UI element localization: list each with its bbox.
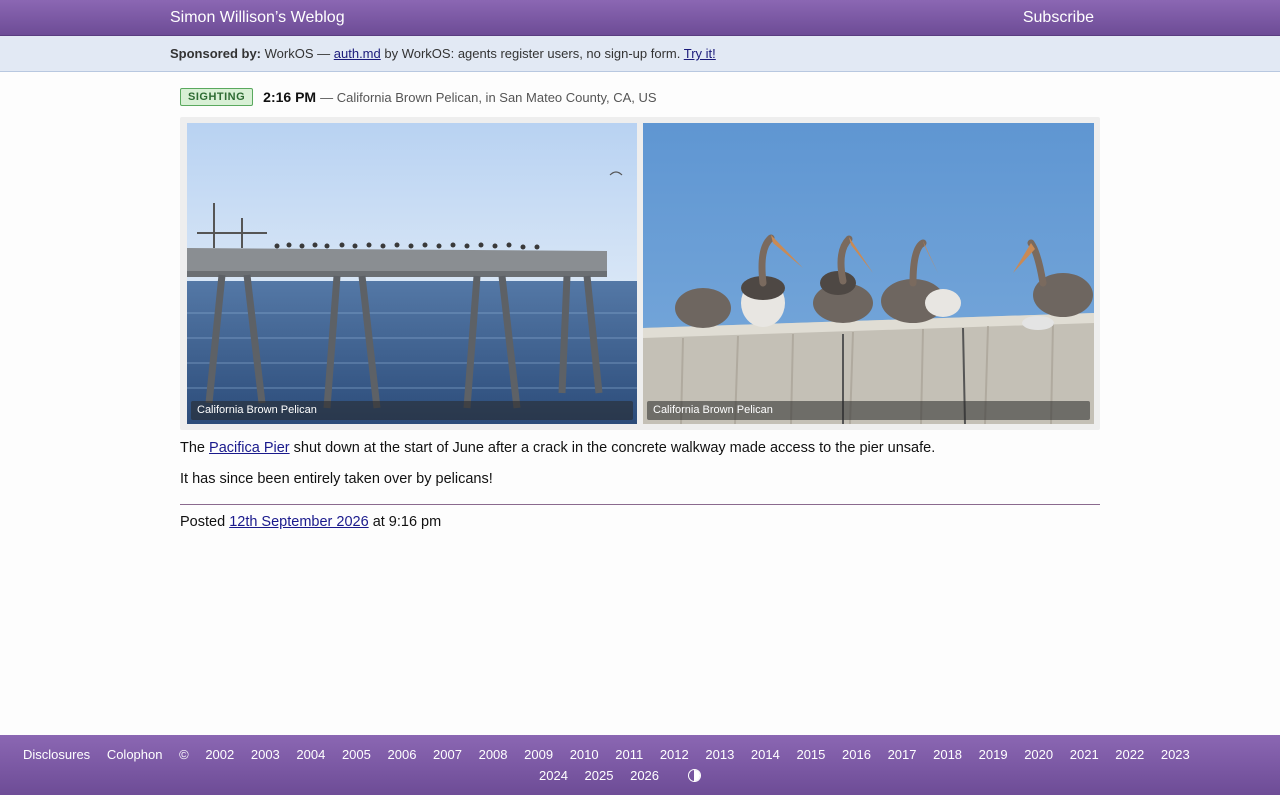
sponsor-cta-link[interactable]: Try it! bbox=[684, 46, 716, 61]
footer-links-row-1: Disclosures Colophon © 2002 2003 2004 20… bbox=[23, 747, 1203, 762]
footer-links-row-2: 2024 2025 2026 bbox=[539, 767, 714, 783]
sponsor-description: by WorkOS: agents register users, no sig… bbox=[384, 46, 681, 61]
footer-year-link[interactable]: 2009 bbox=[524, 747, 553, 762]
footer-year-link[interactable]: 2023 bbox=[1161, 747, 1190, 762]
site-header: Simon Willison’s Weblog Subscribe bbox=[0, 0, 1280, 36]
subscribe-link[interactable]: Subscribe bbox=[1023, 9, 1094, 27]
sighting-detail: — California Brown Pelican, in San Mateo… bbox=[320, 89, 657, 105]
footer-year-link[interactable]: 2008 bbox=[479, 747, 508, 762]
para1-before: The bbox=[180, 440, 205, 456]
sponsor-auth-link[interactable]: auth.md bbox=[334, 46, 381, 61]
sighting-time: 2:16 PM bbox=[263, 89, 317, 105]
footer-year-link[interactable]: 2004 bbox=[296, 747, 325, 762]
photo-pelicans[interactable]: California Brown Pelican bbox=[643, 123, 1094, 424]
footer-year-link[interactable]: 2026 bbox=[630, 768, 659, 783]
footer-year-link[interactable]: 2016 bbox=[842, 747, 871, 762]
footer-year-link[interactable]: 2024 bbox=[539, 768, 568, 783]
sponsor-text: Sponsored by: WorkOS — auth.md by WorkOS… bbox=[170, 36, 716, 71]
footer-year-link[interactable]: 2015 bbox=[796, 747, 825, 762]
footer-year-link[interactable]: 2005 bbox=[342, 747, 371, 762]
contrast-toggle-icon[interactable] bbox=[687, 769, 701, 782]
entry-paragraph-2: It has since been entirely taken over by… bbox=[180, 471, 493, 487]
para1-after: shut down at the start of June after a c… bbox=[293, 440, 936, 456]
pacifica-pier-link[interactable]: Pacifica Pier bbox=[209, 440, 290, 456]
entry: SIGHTING 2:16 PM — California Brown Peli… bbox=[180, 85, 1100, 530]
entry-divider bbox=[180, 504, 1100, 505]
entry-paragraph-1: The Pacifica Pier shut down at the start… bbox=[180, 440, 935, 456]
footer-year-link[interactable]: 2025 bbox=[585, 768, 614, 783]
sponsor-prefix: WorkOS — bbox=[264, 46, 331, 61]
footer-year-link[interactable]: 2010 bbox=[570, 747, 599, 762]
footer-year-link[interactable]: 2006 bbox=[388, 747, 417, 762]
footer-year-link[interactable]: 2012 bbox=[660, 747, 689, 762]
sponsor-banner: Sponsored by: WorkOS — auth.md by WorkOS… bbox=[0, 36, 1280, 72]
site-title-link[interactable]: Simon Willison’s Weblog bbox=[170, 9, 345, 27]
footer-link-copyright[interactable]: © bbox=[179, 747, 189, 762]
photo-caption: California Brown Pelican bbox=[647, 401, 1090, 420]
posted-suffix: at 9:16 pm bbox=[372, 514, 442, 530]
footer-year-link[interactable]: 2007 bbox=[433, 747, 462, 762]
footer-link-colophon[interactable]: Colophon bbox=[107, 747, 163, 762]
pelicans-photo-image bbox=[643, 123, 1094, 424]
photo-caption: California Brown Pelican bbox=[191, 401, 633, 420]
footer-year-link[interactable]: 2022 bbox=[1115, 747, 1144, 762]
sponsor-label: Sponsored by: bbox=[170, 46, 262, 61]
sighting-badge: SIGHTING bbox=[180, 88, 254, 106]
footer-year-link[interactable]: 2003 bbox=[251, 747, 280, 762]
footer-year-link[interactable]: 2013 bbox=[705, 747, 734, 762]
site-footer: Disclosures Colophon © 2002 2003 2004 20… bbox=[0, 735, 1280, 795]
footer-link-disclosures[interactable]: Disclosures bbox=[23, 747, 90, 762]
footer-year-link[interactable]: 2020 bbox=[1024, 747, 1053, 762]
footer-year-link[interactable]: 2014 bbox=[751, 747, 780, 762]
footer-year-link[interactable]: 2002 bbox=[205, 747, 234, 762]
footer-year-link[interactable]: 2011 bbox=[615, 747, 643, 762]
pier-photo-image bbox=[187, 123, 637, 424]
footer-year-link[interactable]: 2021 bbox=[1070, 747, 1099, 762]
footer-year-link[interactable]: 2019 bbox=[979, 747, 1008, 762]
posted-line: Posted 12th September 2026 at 9:16 pm bbox=[180, 514, 441, 530]
entry-meta: SIGHTING 2:16 PM — California Brown Peli… bbox=[180, 85, 1100, 109]
photo-gallery: California Brown Pelican California Brow… bbox=[180, 117, 1100, 430]
footer-year-link[interactable]: 2018 bbox=[933, 747, 962, 762]
footer-year-link[interactable]: 2017 bbox=[888, 747, 917, 762]
posted-date-link[interactable]: 12th September 2026 bbox=[229, 514, 368, 530]
posted-prefix: Posted bbox=[180, 514, 226, 530]
photo-pier[interactable]: California Brown Pelican bbox=[187, 123, 637, 424]
